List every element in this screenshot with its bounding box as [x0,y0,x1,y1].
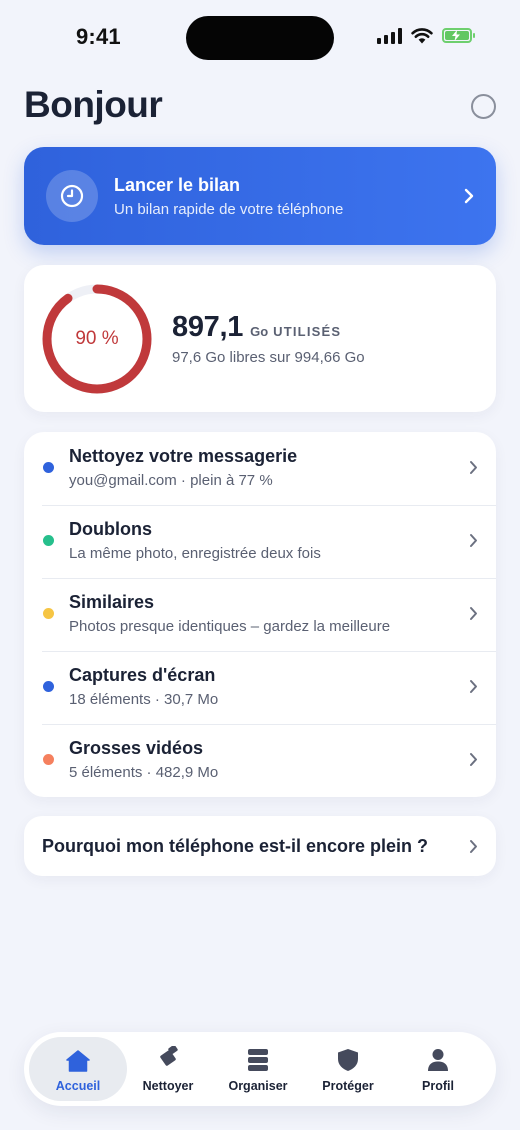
faq-label: Pourquoi mon téléphone est-il encore ple… [42,835,429,856]
list-item-title: Doublons [69,519,152,539]
status-dot [43,681,54,692]
battery-charging-icon [442,28,475,43]
scan-title: Lancer le bilan [114,174,241,195]
storage-free-text: 97,6 Go libres sur 994,66 Go [172,349,365,366]
cleanup-list: Nettoyez votre messagerie you@gmail.com … [24,432,496,797]
status-dot [43,535,54,546]
chevron-right-icon [464,188,474,204]
tab-profile[interactable]: Profil [393,1037,483,1101]
shield-icon [337,1046,359,1072]
faq-button[interactable]: Pourquoi mon téléphone est-il encore ple… [24,816,496,876]
tab-label: Profil [422,1078,454,1093]
chevron-right-icon [470,607,477,620]
list-item-similar[interactable]: Similaires Photos presque identiques – g… [24,578,496,651]
person-icon [427,1046,449,1072]
tab-protect[interactable]: Protéger [303,1037,393,1101]
status-icons [377,27,475,44]
circle-icon[interactable] [471,94,496,119]
tab-label: Accueil [55,1078,101,1093]
list-item-title: Nettoyez votre messagerie [69,446,298,466]
storage-percent: 90 % [75,328,119,349]
list-item-subtitle: 18 éléments · 30,7 Mo [69,691,219,708]
list-item-title: Grosses vidéos [69,738,204,758]
used-unit: Go [250,324,269,339]
chevron-right-icon [470,753,477,766]
tab-label: Protéger [322,1078,374,1093]
list-item-duplicates[interactable]: Doublons La même photo, enregistrée deux… [24,505,496,578]
tab-label: Nettoyer [142,1078,194,1093]
status-dot [43,608,54,619]
dynamic-island [186,16,334,60]
page-title: Bonjour [24,84,163,125]
chevron-right-icon [470,461,477,474]
list-item-subtitle: La même photo, enregistrée deux fois [69,545,321,562]
chevron-right-icon [470,534,477,547]
list-item-subtitle: you@gmail.com · plein à 77 % [69,472,273,489]
tab-label: Organiser [228,1078,288,1093]
status-bar: 9:41 [0,0,520,76]
chevron-right-icon [470,839,477,853]
cellular-signal-icon [377,27,402,44]
storage-used: 897,1 Go UTILISÉS [172,311,341,344]
status-dot [43,754,54,765]
used-value: 897,1 [172,311,244,343]
wifi-icon [411,28,433,44]
scan-subtitle: Un bilan rapide de votre téléphone [114,200,344,218]
tab-organize[interactable]: Organiser [213,1037,303,1101]
eraser-icon [154,1045,182,1072]
tab-clean[interactable]: Nettoyer [123,1037,213,1101]
stack-icon [247,1046,269,1072]
status-dot [43,462,54,473]
list-item-large-videos[interactable]: Grosses vidéos 5 éléments · 482,9 Mo [24,724,496,797]
list-item-mail[interactable]: Nettoyez votre messagerie you@gmail.com … [24,432,496,505]
tab-bar: Accueil Nettoyer Organiser Protéger Prof… [24,1032,496,1106]
status-time: 9:41 [76,24,121,49]
list-item-subtitle: 5 éléments · 482,9 Mo [69,764,219,781]
list-item-subtitle: Photos presque identiques – gardez la me… [69,618,391,635]
home-icon [66,1046,90,1072]
tab-home[interactable]: Accueil [29,1037,127,1101]
list-item-screenshots[interactable]: Captures d'écran 18 éléments · 30,7 Mo [24,651,496,724]
clock-icon [46,170,98,222]
used-label: UTILISÉS [273,324,342,339]
list-item-title: Captures d'écran [69,665,216,685]
start-scan-button[interactable]: Lancer le bilan Un bilan rapide de votre… [24,147,496,245]
list-item-title: Similaires [69,592,155,612]
storage-card: 90 % 897,1 Go UTILISÉS 97,6 Go libres su… [24,265,496,412]
chevron-right-icon [470,680,477,693]
